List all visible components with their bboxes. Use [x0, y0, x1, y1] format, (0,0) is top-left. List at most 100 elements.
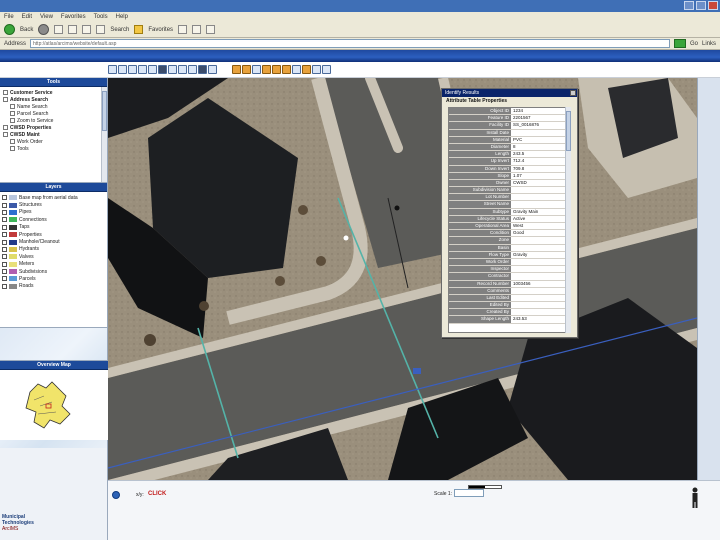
- query-icon[interactable]: [208, 65, 217, 74]
- stop-icon[interactable]: [54, 25, 64, 34]
- tools-tree-item[interactable]: Parcel Search: [3, 110, 104, 117]
- layer-row[interactable]: Subdivisions: [2, 268, 105, 275]
- expand-icon[interactable]: [3, 132, 8, 137]
- layer-visibility-checkbox[interactable]: [2, 217, 7, 223]
- layer-row[interactable]: Pipes: [2, 209, 105, 216]
- favorites-icon[interactable]: [134, 25, 144, 34]
- tools-scroll-thumb[interactable]: [102, 91, 107, 131]
- layer-visibility-checkbox[interactable]: [2, 283, 7, 289]
- layer-row[interactable]: Manhole/Cleanout: [2, 238, 105, 245]
- menu-item[interactable]: Edit: [22, 12, 32, 22]
- identify-window-titlebar[interactable]: Identify Results: [442, 89, 577, 97]
- layer-row[interactable]: Base map from aerial data: [2, 194, 105, 201]
- menu-item[interactable]: View: [40, 12, 53, 22]
- globe-icon[interactable]: [112, 491, 120, 499]
- tools-tree-item[interactable]: CWSD Properties: [3, 124, 104, 131]
- person-icon[interactable]: [690, 487, 700, 509]
- clear-selection-icon[interactable]: [292, 65, 301, 74]
- hyperlink-icon[interactable]: [262, 65, 271, 74]
- zoom-in-icon[interactable]: [108, 65, 117, 74]
- layer-row[interactable]: Hydrants: [2, 246, 105, 253]
- tools-tree-item[interactable]: CWSD Maint: [3, 131, 104, 138]
- layer-visibility-checkbox[interactable]: [2, 209, 7, 215]
- overview-toggle-icon[interactable]: [322, 65, 331, 74]
- tools-tree-item[interactable]: Work Order: [3, 138, 104, 145]
- tools-tree-item[interactable]: Address Search: [3, 96, 104, 103]
- bullet-icon[interactable]: [10, 118, 15, 123]
- menu-item[interactable]: Favorites: [61, 12, 86, 22]
- expand-icon[interactable]: [3, 97, 8, 102]
- go-button[interactable]: [673, 39, 686, 48]
- identify-icon[interactable]: [188, 65, 197, 74]
- forward-button[interactable]: [38, 24, 50, 35]
- layer-row[interactable]: Roads: [2, 283, 105, 290]
- layer-visibility-checkbox[interactable]: [2, 202, 7, 208]
- refresh-icon[interactable]: [68, 25, 78, 34]
- close-icon[interactable]: [708, 1, 718, 10]
- layer-row[interactable]: Taps: [2, 224, 105, 231]
- zoom-active-icon[interactable]: [138, 65, 147, 74]
- tools-tree-item[interactable]: Tools: [3, 145, 104, 152]
- manhole-symbol[interactable]: [394, 205, 400, 211]
- select-by-shape-icon[interactable]: [282, 65, 291, 74]
- measure-icon[interactable]: [242, 65, 251, 74]
- attribute-scroll-thumb[interactable]: [566, 111, 571, 151]
- mail-icon[interactable]: [192, 25, 202, 34]
- home-icon[interactable]: [82, 25, 92, 34]
- tools-tree-item[interactable]: Customer Service: [3, 89, 104, 96]
- layer-visibility-checkbox[interactable]: [2, 269, 7, 275]
- overview-map[interactable]: [0, 370, 108, 440]
- layer-row[interactable]: Meters: [2, 261, 105, 268]
- maximize-icon[interactable]: [696, 1, 706, 10]
- aerial-map[interactable]: [108, 78, 697, 480]
- pan-north-icon[interactable]: [168, 65, 177, 74]
- geocode-icon[interactable]: [272, 65, 281, 74]
- buffer-icon[interactable]: [232, 65, 241, 74]
- expand-icon[interactable]: [3, 90, 8, 95]
- minimize-icon[interactable]: [684, 1, 694, 10]
- print-icon[interactable]: [206, 25, 216, 34]
- layer-visibility-checkbox[interactable]: [2, 232, 7, 238]
- bullet-icon[interactable]: [10, 111, 15, 116]
- history-icon[interactable]: [178, 25, 188, 34]
- pan-icon[interactable]: [158, 65, 167, 74]
- select-icon[interactable]: [198, 65, 207, 74]
- layer-visibility-checkbox[interactable]: [2, 254, 7, 260]
- layer-visibility-checkbox[interactable]: [2, 261, 7, 267]
- links-label[interactable]: Links: [702, 41, 716, 47]
- print-map-icon[interactable]: [312, 65, 321, 74]
- tools-scrollbar[interactable]: [101, 87, 107, 182]
- find-icon[interactable]: [252, 65, 261, 74]
- layer-visibility-checkbox[interactable]: [2, 224, 7, 230]
- expand-icon[interactable]: [3, 125, 8, 130]
- bullet-icon[interactable]: [10, 104, 15, 109]
- layer-visibility-checkbox[interactable]: [2, 276, 7, 282]
- selected-feature[interactable]: [413, 368, 421, 374]
- attribute-scrollbar[interactable]: [565, 107, 571, 333]
- search-icon[interactable]: [96, 25, 106, 34]
- hydrant-symbol[interactable]: [343, 235, 349, 241]
- menu-item[interactable]: Tools: [94, 12, 108, 22]
- close-icon[interactable]: [570, 90, 576, 96]
- layer-visibility-checkbox[interactable]: [2, 195, 7, 201]
- map-canvas[interactable]: [108, 78, 697, 480]
- scale-input[interactable]: [454, 489, 484, 497]
- layer-row[interactable]: Parcels: [2, 275, 105, 282]
- zoom-out-icon[interactable]: [118, 65, 127, 74]
- address-input[interactable]: http://atlas/arcims/website/default.asp: [30, 39, 670, 48]
- menu-item[interactable]: Help: [116, 12, 128, 22]
- identify-results-window[interactable]: Identify Results Attribute Table Propert…: [441, 88, 578, 338]
- bullet-icon[interactable]: [10, 139, 15, 144]
- layer-row[interactable]: Structures: [2, 201, 105, 208]
- tools-tree-item[interactable]: Name Search: [3, 103, 104, 110]
- legend-icon[interactable]: [302, 65, 311, 74]
- layer-row[interactable]: Connections: [2, 216, 105, 223]
- pan-south-icon[interactable]: [178, 65, 187, 74]
- layer-row[interactable]: Valves: [2, 253, 105, 260]
- zoom-last-icon[interactable]: [148, 65, 157, 74]
- back-button[interactable]: [4, 24, 15, 35]
- menu-item[interactable]: File: [4, 12, 14, 22]
- layer-visibility-checkbox[interactable]: [2, 239, 7, 245]
- zoom-full-icon[interactable]: [128, 65, 137, 74]
- tools-tree-item[interactable]: Zoom to Service: [3, 117, 104, 124]
